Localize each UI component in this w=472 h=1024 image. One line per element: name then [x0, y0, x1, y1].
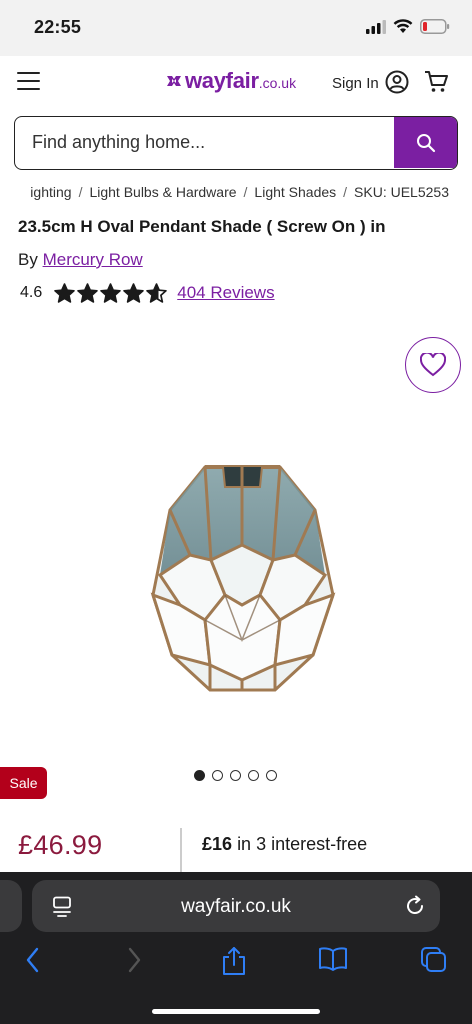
favorite-button[interactable]	[405, 337, 461, 393]
installment-text: in 3 interest-free	[237, 834, 368, 854]
search-icon	[416, 133, 435, 152]
back-icon[interactable]	[24, 946, 42, 974]
breadcrumb-item[interactable]: ighting	[30, 184, 71, 200]
logo-wordmark: wayfair	[185, 68, 259, 93]
carousel-dot[interactable]	[266, 770, 277, 781]
home-indicator	[152, 1009, 320, 1014]
star-icon	[123, 283, 145, 303]
star-icon	[146, 283, 168, 303]
installment-info: £16 in 3 interest-free	[202, 834, 367, 855]
breadcrumb-separator: /	[343, 184, 348, 200]
star-icon	[100, 283, 122, 303]
search-bar	[14, 116, 458, 170]
previous-tab-preview[interactable]	[0, 880, 22, 932]
rating-value: 4.6	[20, 284, 43, 301]
star-rating	[54, 283, 168, 303]
carousel-dot[interactable]	[248, 770, 259, 781]
cellular-signal-icon	[366, 19, 386, 34]
product-image[interactable]	[145, 455, 340, 700]
breadcrumb-separator: /	[78, 184, 83, 200]
status-time: 22:55	[34, 17, 82, 37]
carousel-dot[interactable]	[194, 770, 205, 781]
site-header: wayfair .co.uk Sign In	[0, 56, 472, 108]
breadcrumb-item[interactable]: Light Shades	[254, 184, 336, 200]
forward-icon[interactable]	[125, 946, 143, 974]
tabs-icon[interactable]	[420, 946, 448, 974]
menu-icon[interactable]	[17, 72, 40, 90]
carousel-dot[interactable]	[212, 770, 223, 781]
browser-nav	[0, 946, 472, 976]
installment-amount: £16	[202, 834, 233, 854]
search-button[interactable]	[394, 117, 457, 168]
url-text: wayfair.co.uk	[181, 896, 291, 917]
image-carousel-dots	[194, 770, 277, 781]
breadcrumb-separator: /	[243, 184, 248, 200]
carousel-dot[interactable]	[230, 770, 241, 781]
logo-tld: .co.uk	[258, 75, 297, 91]
reload-icon[interactable]	[404, 895, 426, 917]
heart-icon	[420, 353, 446, 377]
wayfair-logo[interactable]: wayfair .co.uk	[165, 68, 296, 94]
product-title: 23.5cm H Oval Pendant Shade ( Screw On )…	[18, 217, 386, 236]
breadcrumb-sku: SKU: UEL5253	[354, 184, 449, 200]
price-divider	[180, 828, 182, 873]
by-label: By	[18, 250, 38, 269]
search-input[interactable]	[15, 117, 395, 168]
battery-icon	[420, 19, 450, 34]
status-icons	[366, 19, 450, 34]
share-icon[interactable]	[221, 946, 247, 976]
product-byline: By Mercury Row	[18, 250, 143, 270]
sign-in-link[interactable]: Sign In	[332, 75, 379, 92]
wayfair-logo-mark-icon	[167, 76, 181, 86]
rating-row: 4.6 404 Reviews	[20, 283, 275, 303]
breadcrumb-item[interactable]: Light Bulbs & Hardware	[89, 184, 236, 200]
star-icon	[54, 283, 76, 303]
star-icon	[77, 283, 99, 303]
status-bar: 22:55	[0, 0, 472, 56]
browser-toolbar: wayfair.co.uk	[0, 872, 472, 1024]
wifi-icon	[393, 19, 413, 33]
bookmarks-icon[interactable]	[318, 946, 348, 972]
address-bar[interactable]: wayfair.co.uk	[32, 880, 440, 932]
sale-badge: Sale	[0, 767, 47, 799]
cart-icon[interactable]	[424, 70, 449, 94]
breadcrumb: ighting / Light Bulbs & Hardware / Light…	[0, 184, 472, 204]
reviews-link[interactable]: 404 Reviews	[177, 283, 274, 303]
product-price: £46.99	[18, 830, 103, 860]
brand-link[interactable]: Mercury Row	[43, 250, 143, 269]
account-icon[interactable]	[385, 70, 409, 94]
